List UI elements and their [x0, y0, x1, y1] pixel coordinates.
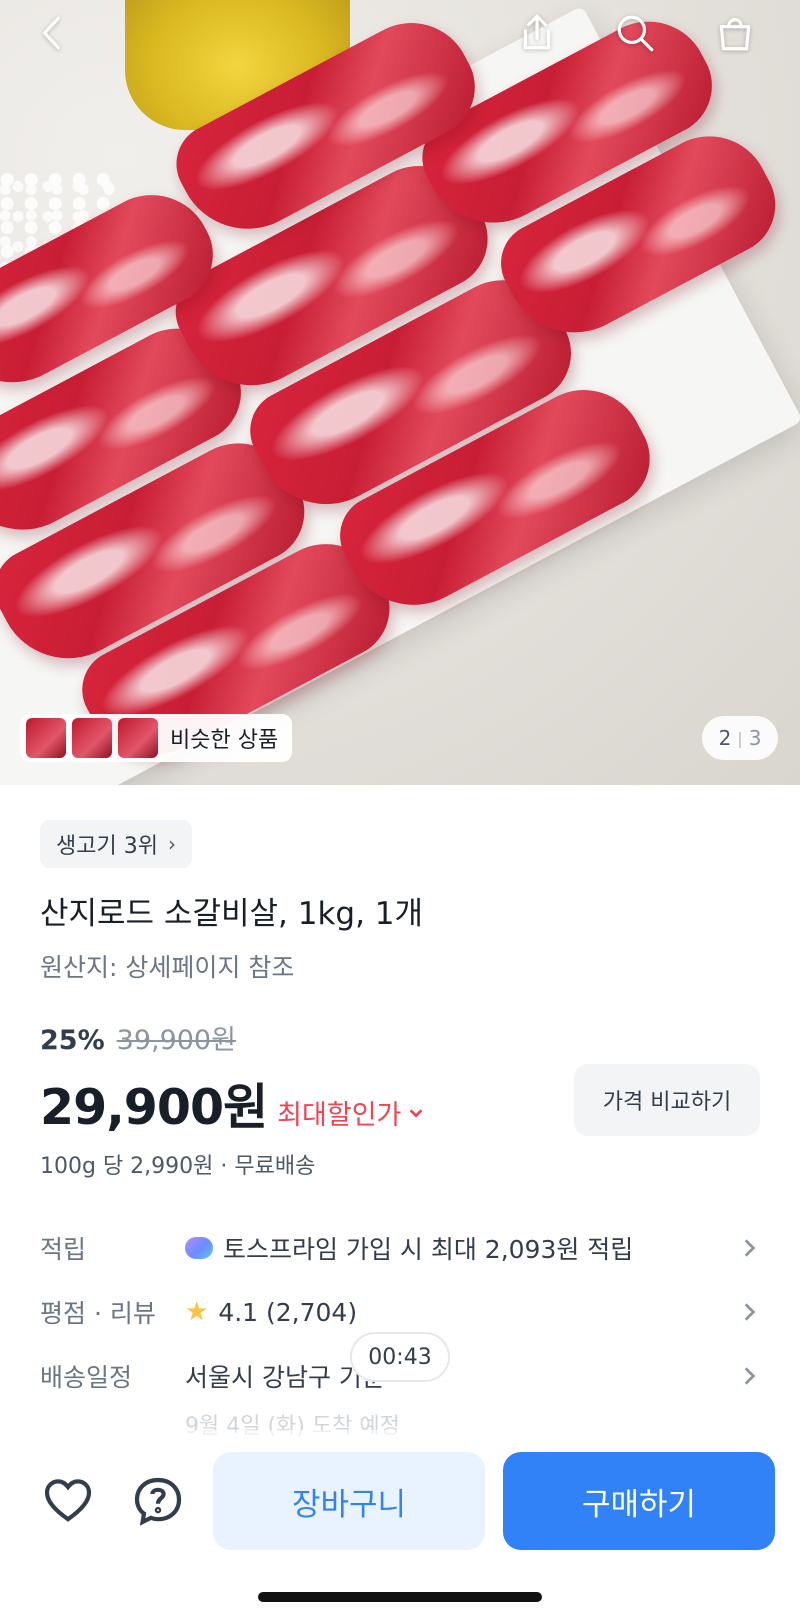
image-pager: 2 | 3	[702, 716, 778, 760]
chevron-left-icon	[43, 16, 60, 50]
sale-price: 29,900원	[40, 1079, 268, 1136]
toss-prime-icon	[185, 1237, 213, 1259]
category-rank-badge[interactable]: 생고기 3위 ›	[40, 820, 192, 868]
heart-icon	[44, 1479, 92, 1522]
favorite-button[interactable]	[38, 1471, 98, 1531]
chevron-down-icon	[410, 1108, 423, 1118]
rating-row[interactable]: 평점 · 리뷰 ★ 4.1 (2,704)	[40, 1290, 760, 1334]
similar-thumb	[72, 718, 112, 758]
similar-thumb	[26, 718, 66, 758]
pager-divider: |	[737, 728, 743, 748]
product-title: 산지로드 소갈비살, 1kg, 1개	[40, 896, 424, 932]
inquiry-button[interactable]	[128, 1471, 188, 1531]
original-price: 39,900원	[116, 1025, 236, 1056]
cart-button[interactable]	[710, 8, 760, 58]
buy-now-button[interactable]: 구매하기	[503, 1452, 775, 1550]
search-icon	[617, 15, 654, 52]
search-button[interactable]	[610, 8, 660, 58]
lowest-price-label: 최대할인가	[277, 1100, 402, 1131]
price-compare-button[interactable]: 가격 비교하기	[574, 1064, 760, 1136]
chevron-right-icon	[744, 1303, 756, 1321]
pager-total: 3	[748, 726, 762, 750]
beef-rib-photo-element	[0, 0, 800, 785]
lowest-price-dropdown[interactable]: 최대할인가	[277, 1093, 425, 1132]
chevron-right-icon: ›	[167, 832, 176, 856]
rank-label: 생고기 3위	[56, 834, 158, 859]
rating-value: 4.1 (2,704)	[218, 1297, 358, 1327]
similar-products-label: 비슷한 상품	[170, 728, 279, 753]
discount-row: 25% 39,900원	[40, 1018, 236, 1057]
similar-thumb	[118, 718, 158, 758]
unit-price-shipping: 100g 당 2,990원 · 무료배송	[40, 1154, 316, 1179]
pager-current: 2	[718, 726, 732, 750]
share-button[interactable]	[512, 8, 562, 58]
timer-badge: 00:43	[350, 1332, 450, 1382]
add-to-cart-button[interactable]: 장바구니	[213, 1452, 485, 1550]
back-button[interactable]	[28, 8, 78, 58]
product-image-carousel[interactable]: 비슷한 상품 2 | 3	[0, 0, 800, 785]
share-icon	[523, 14, 551, 50]
price-row: 29,900원 최대할인가	[40, 1068, 425, 1139]
question-chat-icon	[134, 1477, 182, 1526]
star-icon: ★	[185, 1297, 209, 1327]
points-label: 적립	[40, 1235, 87, 1264]
shopping-bag-icon	[719, 18, 751, 51]
points-row[interactable]: 적립 토스프라임 가입 시 최대 2,093원 적립	[40, 1226, 760, 1270]
chevron-right-icon	[744, 1367, 756, 1385]
delivery-label: 배송일정	[40, 1363, 133, 1392]
points-value: 토스프라임 가입 시 최대 2,093원 적립	[223, 1235, 634, 1264]
discount-rate: 25%	[40, 1025, 105, 1056]
chevron-right-icon	[744, 1239, 756, 1257]
home-indicator[interactable]	[258, 1592, 542, 1602]
similar-products-button[interactable]: 비슷한 상품	[20, 714, 293, 762]
rating-label: 평점 · 리뷰	[40, 1299, 156, 1328]
product-origin: 원산지: 상세페이지 참조	[40, 953, 295, 982]
